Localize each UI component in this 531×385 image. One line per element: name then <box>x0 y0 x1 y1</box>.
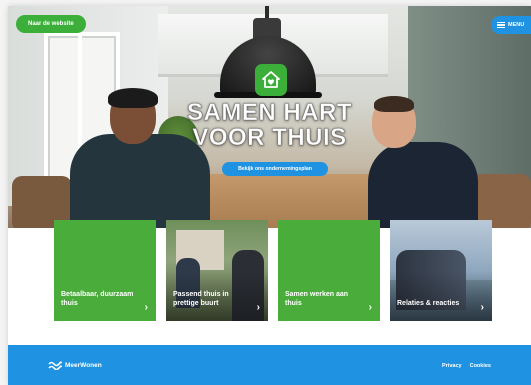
hero-person-right <box>368 142 478 228</box>
card-label: Betaalbaar, duurzaam thuis <box>61 291 134 307</box>
hero-headline-line1: SAMEN HART <box>187 99 352 127</box>
business-plan-button[interactable]: Bekijk ons ondernemingsplan <box>222 162 328 176</box>
chevron-right-icon: › <box>368 302 372 313</box>
page-frame: SAMEN HART VOOR THUIS Naar de website ME… <box>8 6 531 385</box>
brand-name: MeerWonen <box>65 362 102 369</box>
privacy-link[interactable]: Privacy <box>442 363 462 369</box>
card-suitable-home[interactable]: Passend thuis in prettige buurt › <box>166 220 268 321</box>
chevron-right-icon: › <box>144 302 148 313</box>
website-button[interactable]: Naar de website <box>16 15 86 33</box>
card-affordable-home[interactable]: Betaalbaar, duurzaam thuis › <box>54 220 156 321</box>
card-label: Samen werken aan thuis <box>285 291 349 307</box>
chevron-right-icon: › <box>480 302 484 313</box>
card-label: Relaties & reacties <box>397 300 460 307</box>
footer-brand[interactable]: MeerWonen <box>48 361 102 370</box>
heart-house-icon <box>255 64 287 96</box>
card-relations[interactable]: Relaties & reacties › <box>390 220 492 321</box>
card-working-together[interactable]: Samen werken aan thuis › <box>278 220 380 321</box>
cookies-link[interactable]: Cookies <box>470 363 491 369</box>
card-shade <box>390 270 492 321</box>
card-label: Passend thuis in prettige buurt <box>173 291 229 307</box>
chevron-right-icon: › <box>256 302 260 313</box>
meerwonen-wave-icon <box>48 361 62 370</box>
hamburger-icon <box>497 20 505 29</box>
hero-headline-line2: VOOR THUIS <box>192 124 347 152</box>
menu-button[interactable]: MENU <box>491 16 531 34</box>
footer-links: Privacy Cookies <box>442 363 491 369</box>
menu-label: MENU <box>508 22 525 28</box>
